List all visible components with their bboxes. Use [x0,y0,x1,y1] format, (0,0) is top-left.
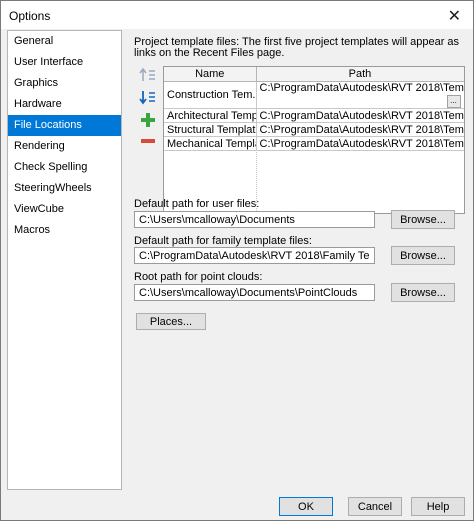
table-row[interactable]: Architectural Temp... C:\ProgramData\Aut… [164,108,464,123]
nav-item-check-spelling[interactable]: Check Spelling [8,157,121,178]
nav-item-macros[interactable]: Macros [8,220,121,241]
category-list: General User Interface Graphics Hardware… [7,30,122,490]
move-down-icon[interactable] [139,88,157,106]
point-clouds-label: Root path for point clouds: [134,271,263,283]
add-icon[interactable] [139,111,157,129]
help-button[interactable]: Help [411,497,465,516]
template-name-cell[interactable]: Construction Tem... [164,81,257,109]
nav-item-graphics[interactable]: Graphics [8,73,121,94]
column-header-name[interactable]: Name [164,67,257,82]
nav-item-viewcube[interactable]: ViewCube [8,199,121,220]
file-locations-panel: Project template files: The first five p… [129,30,467,490]
project-templates-note: Project template files: The first five p… [134,36,460,59]
move-up-icon[interactable] [139,66,157,84]
project-templates-grid: Name Path Construction Tem... C:\Program… [163,66,465,214]
family-templates-path-input[interactable] [134,247,375,264]
nav-item-general[interactable]: General [8,31,121,52]
table-row[interactable]: Mechanical Templa... C:\ProgramData\Auto… [164,136,464,151]
template-name-cell[interactable]: Structural Template [164,122,257,137]
browse-point-clouds-button[interactable]: Browse... [391,283,455,302]
template-path-cell[interactable]: C:\ProgramData\Autodesk\RVT 2018\Tem... [256,108,464,123]
user-files-label: Default path for user files: [134,198,260,210]
options-dialog: Options ✕ General User Interface Graphic… [0,0,474,521]
ok-button[interactable]: OK [279,497,333,516]
nav-item-hardware[interactable]: Hardware [8,94,121,115]
template-path-cell[interactable]: C:\ProgramData\Autodesk\RVT 2018\Tem... [256,122,464,137]
table-row[interactable]: Construction Tem... C:\ProgramData\Autod… [164,81,464,109]
nav-item-file-locations[interactable]: File Locations [8,115,121,136]
path-browse-ellipsis-button[interactable]: ... [446,95,461,108]
nav-item-rendering[interactable]: Rendering [8,136,121,157]
title-bar: Options ✕ [1,1,473,29]
template-name-cell[interactable]: Mechanical Templa... [164,136,257,151]
cancel-button[interactable]: Cancel [348,497,402,516]
point-clouds-path-input[interactable] [134,284,375,301]
template-path-cell[interactable]: C:\ProgramData\Autodesk\RVT 2018\Tem....… [256,81,464,109]
nav-item-steeringwheels[interactable]: SteeringWheels [8,178,121,199]
template-name-cell[interactable]: Architectural Temp... [164,108,257,123]
table-row[interactable]: Structural Template C:\ProgramData\Autod… [164,122,464,137]
column-header-path[interactable]: Path [256,67,464,82]
window-title: Options [9,9,51,23]
template-path-cell[interactable]: C:\ProgramData\Autodesk\RVT 2018\Tem... [256,136,464,151]
close-icon[interactable]: ✕ [448,6,461,26]
dialog-footer: OK Cancel Help [1,492,473,520]
browse-user-files-button[interactable]: Browse... [391,210,455,229]
user-files-path-input[interactable] [134,211,375,228]
remove-icon[interactable] [139,132,157,150]
nav-item-user-interface[interactable]: User Interface [8,52,121,73]
places-button[interactable]: Places... [136,313,206,330]
template-path-text: C:\ProgramData\Autodesk\RVT 2018\Tem... [259,82,464,94]
browse-family-templates-button[interactable]: Browse... [391,246,455,265]
family-templates-label: Default path for family template files: [134,235,312,247]
